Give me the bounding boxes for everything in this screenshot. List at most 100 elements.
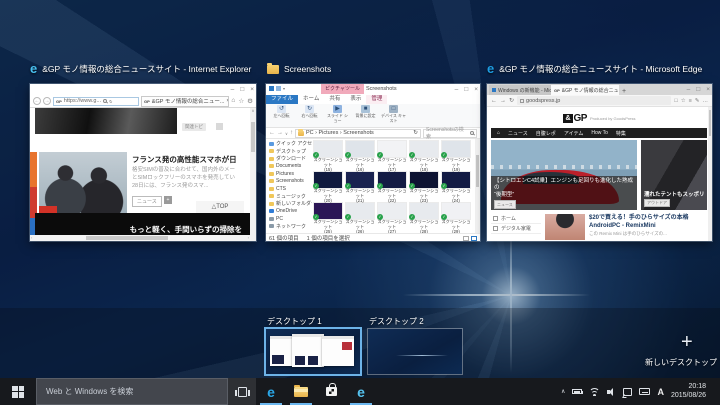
- breadcrumb[interactable]: PC › Pictures › Screenshots ↻: [295, 129, 421, 138]
- taskbar-search-input[interactable]: [36, 378, 228, 405]
- scrollbar-thumb[interactable]: [251, 122, 255, 152]
- taskbar-app-file-explorer[interactable]: [286, 378, 316, 405]
- maximize-icon[interactable]: □: [464, 84, 468, 95]
- new-tab-icon[interactable]: +: [622, 88, 626, 95]
- site-nav-item[interactable]: ニュース: [508, 130, 528, 137]
- file-item[interactable]: ✓ スクリーンショット (24): [440, 172, 472, 203]
- ad-banner[interactable]: もっと軽く、手間いらずの掃除を: [35, 213, 250, 235]
- favorites-star-icon[interactable]: ☆: [681, 98, 686, 104]
- sidebar-item[interactable]: ネットワーク: [266, 223, 312, 231]
- back-to-top-button[interactable]: △TOP: [196, 201, 244, 213]
- desktop1-thumbnail[interactable]: [266, 329, 360, 374]
- tab-manage[interactable]: 管理: [366, 95, 387, 104]
- vertical-scrollbar[interactable]: [708, 107, 712, 241]
- taskbar-app-edge[interactable]: e: [256, 378, 286, 405]
- horizontal-scrollbar[interactable]: ‹ ›: [30, 235, 250, 241]
- window-thumbnail-edge[interactable]: Windows の新機能 - Microsoft GP &GP モノ情報の総合ニ…: [487, 84, 712, 241]
- article-title[interactable]: $20で買える！手のひらサイズの本格 AndroidPC - RemixMini: [589, 215, 705, 230]
- ribbon-button[interactable]: ■ 背景に設定: [353, 105, 378, 126]
- settings-gear-icon[interactable]: ⚙: [247, 97, 253, 105]
- scrollbar-thumb[interactable]: [86, 236, 168, 240]
- sidebar-item[interactable]: Pictures: [266, 170, 312, 178]
- file-item[interactable]: ✓ スクリーンショット (26): [344, 203, 376, 233]
- hero-article-image[interactable]: 【シトロエンC4試乗】エンジンも足回りも進化した熟成の “後期型” ニュース: [491, 140, 637, 210]
- start-button[interactable]: [0, 378, 36, 405]
- sidebar-item[interactable]: デスクトップ: [266, 148, 312, 156]
- show-hidden-icons-chevron[interactable]: ∧: [561, 388, 565, 395]
- site-nav-item[interactable]: アイテム: [564, 130, 584, 137]
- site-nav-item[interactable]: 自腹レポ: [536, 130, 556, 137]
- article-category-tag[interactable]: ニュース: [132, 196, 162, 207]
- picture-tools-contextual-tab[interactable]: ピクチャツール: [321, 84, 364, 94]
- minimize-icon[interactable]: –: [455, 84, 459, 95]
- details-view-icon[interactable]: [463, 236, 469, 241]
- window-thumbnail-explorer[interactable]: ▾ ピクチャツール Screenshots – □ × ファイル ホーム 共有 …: [266, 84, 480, 241]
- more-icon[interactable]: …: [703, 98, 709, 104]
- file-item[interactable]: ✓ スクリーンショット (21): [344, 172, 376, 203]
- tab-file[interactable]: ファイル: [266, 95, 298, 104]
- refresh-icon[interactable]: ↻: [109, 99, 112, 104]
- file-item[interactable]: ✓ スクリーンショット (17): [376, 141, 408, 172]
- share-icon[interactable]: [216, 123, 223, 130]
- scroll-right-icon[interactable]: ›: [248, 235, 249, 240]
- file-item[interactable]: ✓ スクリーンショット (18): [408, 141, 440, 172]
- file-item[interactable]: ✓ スクリーンショット (16): [344, 141, 376, 172]
- maximize-icon[interactable]: □: [696, 84, 700, 95]
- file-item[interactable]: ✓ スクリーンショット (23): [408, 172, 440, 203]
- web-note-icon[interactable]: ✎: [695, 98, 700, 104]
- task-view-button[interactable]: [228, 378, 256, 405]
- menu-item[interactable]: デジタル家電: [491, 224, 541, 234]
- forward-icon[interactable]: →: [277, 130, 283, 136]
- site-nav-item[interactable]: How To: [591, 130, 608, 137]
- taskbar-app-store[interactable]: [316, 378, 346, 405]
- file-item[interactable]: ✓ スクリーンショット (25): [312, 203, 344, 233]
- touch-keyboard-icon[interactable]: [639, 388, 650, 395]
- ribbon-button[interactable]: ↻ 右へ回転: [297, 105, 322, 126]
- back-icon[interactable]: ←: [33, 97, 41, 105]
- quick-access-toolbar[interactable]: ▾: [269, 86, 285, 91]
- ime-mode-indicator[interactable]: A: [657, 387, 664, 397]
- file-item[interactable]: ✓ スクリーンショット (15): [312, 141, 344, 172]
- home-icon[interactable]: ⌂: [497, 130, 500, 136]
- refresh-icon[interactable]: ↻: [413, 130, 418, 136]
- volume-icon[interactable]: [607, 388, 616, 396]
- sidebar-item[interactable]: 新しいフォルダー: [266, 200, 312, 208]
- menu-item[interactable]: ホーム: [491, 214, 541, 224]
- sidebar-item[interactable]: クイック アクセス: [266, 140, 312, 148]
- tab-home[interactable]: ホーム: [298, 95, 324, 104]
- site-logo[interactable]: & GP Produced by GoodsPress: [487, 111, 712, 125]
- tab-close-icon[interactable]: ×: [226, 98, 229, 104]
- tab-share[interactable]: 共有: [324, 95, 345, 104]
- tab-view[interactable]: 表示: [345, 95, 366, 104]
- taskbar-clock[interactable]: 20:18 2015/08/26: [671, 383, 706, 400]
- back-icon[interactable]: ←: [269, 130, 275, 136]
- sidebar-item[interactable]: PC: [266, 215, 312, 223]
- edge-tab-inactive[interactable]: Windows の新機能 - Microsoft: [489, 85, 551, 95]
- file-item[interactable]: ✓ スクリーンショット (29): [440, 203, 472, 233]
- article-headline[interactable]: フランス発の高性能スマホが日: [132, 154, 254, 165]
- sidebar-item[interactable]: CTS: [266, 185, 312, 193]
- vertical-scrollbar[interactable]: ∧: [250, 108, 256, 241]
- reading-view-icon[interactable]: □: [674, 98, 677, 104]
- site-nav-item[interactable]: 特集: [616, 130, 626, 137]
- forward-icon[interactable]: →: [43, 97, 51, 105]
- ribbon-button[interactable]: □ デバイス キャスト: [381, 105, 406, 126]
- explorer-search-input[interactable]: Screenshotsの検索: [423, 129, 477, 138]
- file-item[interactable]: ✓ スクリーンショット (22): [376, 172, 408, 203]
- thumbnails-view-icon[interactable]: [471, 236, 477, 241]
- battery-icon[interactable]: [572, 389, 582, 394]
- vertical-scrollbar[interactable]: [475, 139, 480, 233]
- hub-icon[interactable]: ≡: [689, 98, 692, 104]
- sidebar-item[interactable]: ダウンロード: [266, 155, 312, 163]
- favorites-star-icon[interactable]: ☆: [238, 97, 244, 105]
- up-icon[interactable]: ↑: [290, 130, 293, 136]
- sidebar-item[interactable]: Screenshots: [266, 178, 312, 186]
- action-center-icon[interactable]: [623, 388, 632, 396]
- scroll-left-icon[interactable]: ‹: [31, 235, 32, 240]
- new-desktop-plus-icon[interactable]: +: [681, 331, 693, 354]
- maximize-icon[interactable]: □: [240, 84, 244, 95]
- sidebar-item[interactable]: Documents: [266, 163, 312, 171]
- taskbar-app-internet-explorer[interactable]: e: [346, 378, 376, 405]
- ribbon-button[interactable]: ▶ スライド ショー: [325, 105, 350, 126]
- ie-address-bar[interactable]: GP https://www.g... ↻: [53, 97, 139, 106]
